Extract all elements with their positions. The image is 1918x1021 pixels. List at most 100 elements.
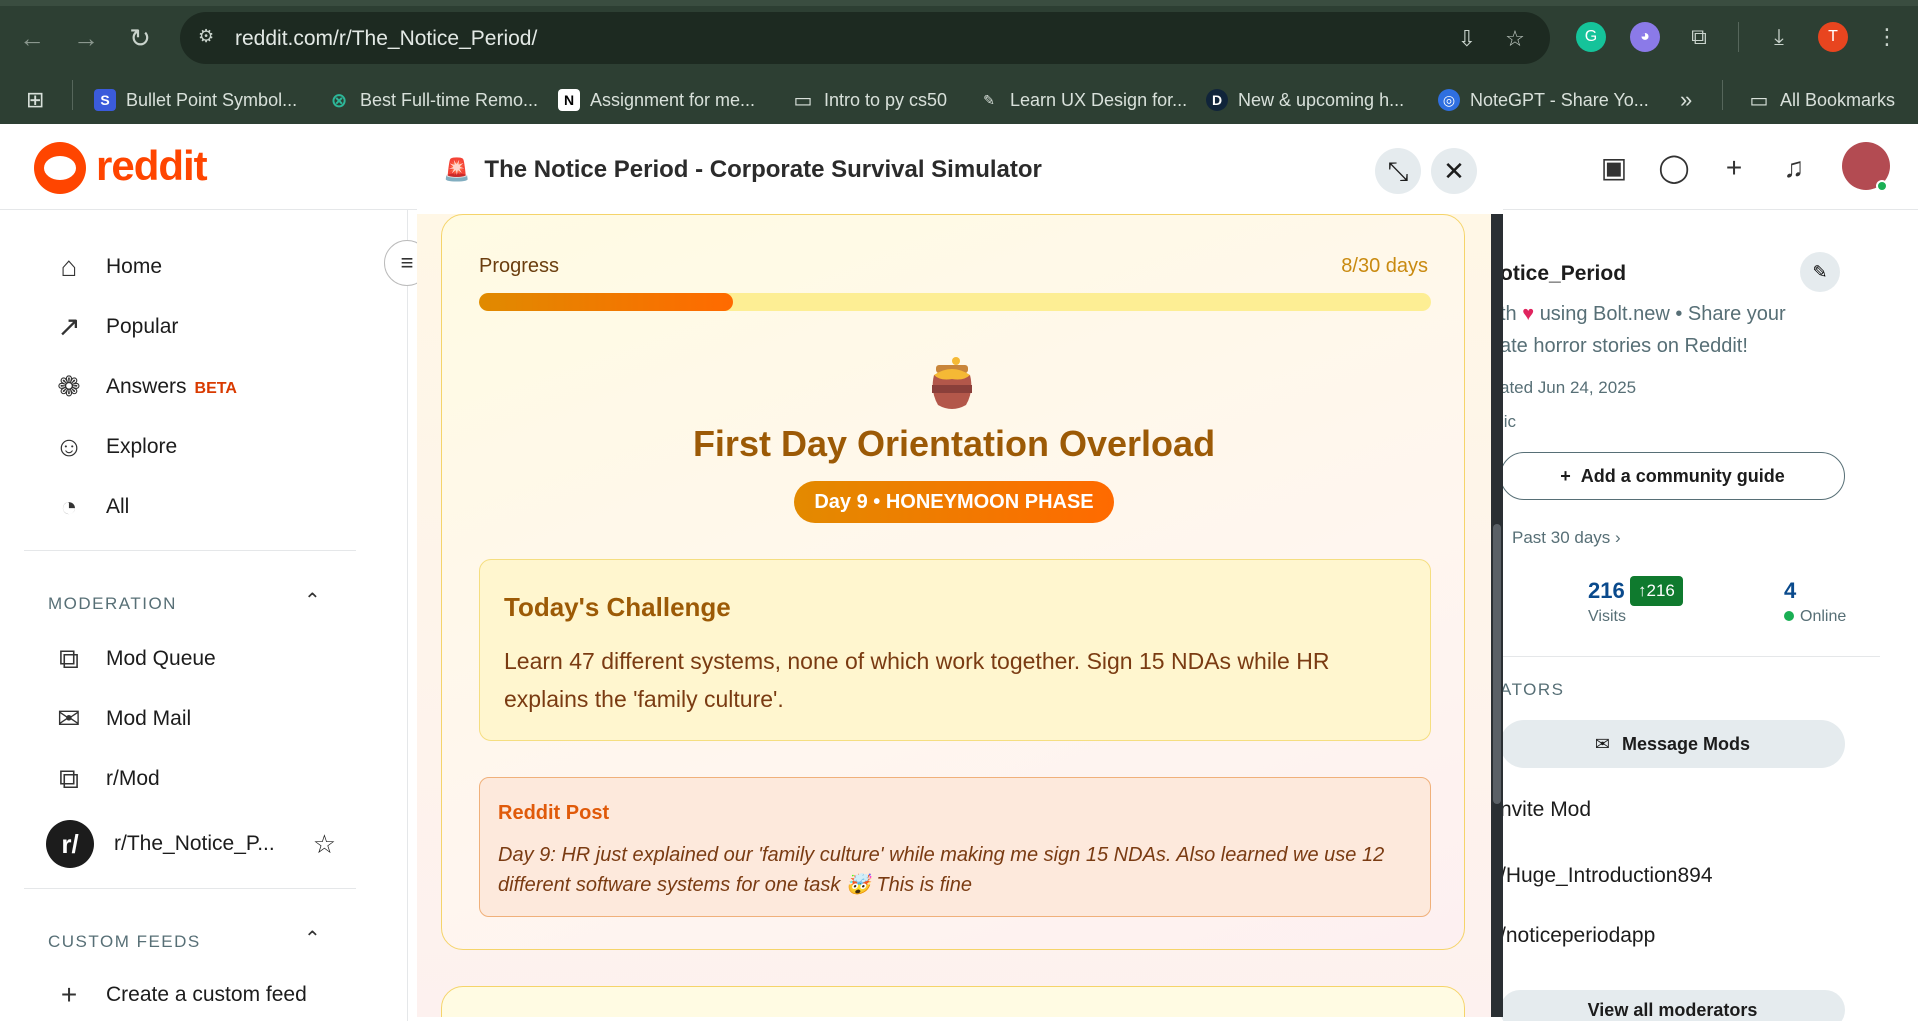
post-title: Reddit Post (498, 802, 610, 824)
sidebar-item-label: All (106, 495, 130, 518)
online-label: Online (1800, 608, 1847, 625)
custom-feeds-heading: CUSTOM FEEDS (48, 932, 201, 951)
guide-button-label: Add a community guide (1580, 465, 1785, 486)
mod-mail-icon: ✉ (57, 703, 81, 734)
ux-favicon-icon: ✎ (983, 91, 995, 108)
moderator-link[interactable]: /Huge_Introduction894 (1500, 864, 1713, 888)
visits-label: Visits (1588, 608, 1626, 625)
chat-icon[interactable]: ◯ (1656, 150, 1692, 186)
challenge-text: Learn 47 different systems, none of whic… (504, 648, 1330, 712)
chrome-menu-icon[interactable]: ⋮ (1872, 22, 1902, 52)
folder-icon: ▭ (793, 89, 813, 112)
sidebar-item-home[interactable]: ⌂ Home (52, 250, 163, 284)
period-selector[interactable]: Past 30 days › (1512, 528, 1621, 548)
bookmark-folder-cs50[interactable]: ▭ Intro to py cs50 (792, 88, 948, 112)
profile-avatar[interactable]: T (1818, 22, 1848, 52)
bookmark-new-upcoming[interactable]: D New & upcoming h... (1206, 88, 1404, 112)
online-label-row: Online (1784, 608, 1846, 626)
bookmark-bullet-point[interactable]: S Bullet Point Symbol... (94, 88, 297, 112)
game-modal: 🚨 The Notice Period - Corporate Survival… (417, 124, 1503, 1017)
sidebar-item-mod-mail[interactable]: ✉ Mod Mail (52, 702, 191, 736)
chevron-up-icon[interactable]: ⌃ (304, 588, 321, 613)
bookmark-label: New & upcoming h... (1238, 89, 1405, 110)
sidebar-item-mod-queue[interactable]: ⧉ Mod Queue (52, 642, 216, 676)
sidebar-item-label: r/The_Notice_P... (114, 832, 275, 855)
modal-title-row: 🚨 The Notice Period - Corporate Survival… (443, 156, 1042, 184)
online-count: 4 (1784, 578, 1797, 603)
chevron-up-icon[interactable]: ⌃ (304, 926, 321, 951)
back-arrow-icon[interactable]: ← (16, 22, 48, 54)
progress-label: Progress (479, 255, 560, 277)
sidebar-item-label: Mod Mail (106, 707, 192, 730)
advertise-icon[interactable]: ▣ (1596, 150, 1632, 186)
toolbar-divider (1738, 22, 1739, 52)
bookmark-star-icon[interactable]: ☆ (1502, 26, 1528, 52)
modal-scrollbar-thumb[interactable] (1493, 524, 1501, 804)
bookmark-label: Learn UX Design for... (1010, 89, 1188, 110)
sidebar-item-popular[interactable]: ↗ Popular (52, 310, 178, 344)
beta-badge: BETA (194, 380, 237, 397)
message-mods-button[interactable]: ✉ Message Mods (1500, 720, 1845, 768)
sidebar-item-label: r/Mod (106, 767, 160, 790)
online-status-dot (1876, 180, 1888, 192)
modal-body[interactable]: Progress 8/30 days First Day Orientation… (417, 214, 1503, 1017)
sidebar-item-label: Answers (106, 375, 187, 398)
site-info-icon[interactable]: ⚙ (198, 26, 222, 50)
add-community-guide-button[interactable]: + Add a community guide (1500, 452, 1845, 500)
favorite-star-icon[interactable]: ☆ (313, 829, 336, 860)
apps-grid-icon[interactable]: ⊞ (26, 87, 44, 112)
sidebar-item-community[interactable]: r/r/The_Notice_P... ☆ (46, 820, 336, 868)
more-bookmarks-label: » (1680, 87, 1693, 112)
moderation-heading: MODERATION (48, 594, 177, 613)
bookmark-notegpt[interactable]: ◎ NoteGPT - Share Yo... (1438, 88, 1649, 112)
grammarly-extension-icon[interactable]: G (1576, 22, 1606, 52)
expand-arrows-icon[interactable]: ⤡ (1375, 148, 1421, 194)
url-text[interactable]: reddit.com/r/The_Notice_Period/ (235, 27, 537, 51)
create-custom-feed[interactable]: + Create a custom feed (52, 978, 307, 1012)
bookmark-assignment[interactable]: N Assignment for me... (558, 88, 755, 112)
post-text: Day 9: HR just explained our 'family cul… (498, 844, 1385, 896)
create-plus-icon[interactable]: + (1716, 150, 1752, 186)
created-date: ated Jun 24, 2025 (1500, 378, 1637, 397)
reddit-wordmark[interactable]: reddit (96, 142, 208, 190)
sidebar-item-r-mod[interactable]: ⧉ r/Mod (52, 762, 160, 796)
bookmark-label: Bullet Point Symbol... (126, 89, 298, 110)
d-favicon-icon: D (1206, 89, 1228, 111)
all-bookmarks-folder[interactable]: ▭ All Bookmarks (1748, 88, 1895, 112)
invite-mod-link[interactable]: nvite Mod (1500, 798, 1591, 822)
sidebar-item-all[interactable]: ◔ All (52, 490, 130, 524)
extensions-puzzle-icon[interactable]: ⧉ (1684, 22, 1714, 52)
sidebar-item-label: Explore (106, 435, 178, 458)
notification-bell-icon[interactable]: ♫ (1776, 150, 1812, 186)
forward-arrow-icon[interactable]: → (70, 22, 102, 54)
visits-count: 216 (1588, 578, 1625, 603)
bookmark-label: Best Full-time Remo... (360, 89, 539, 110)
progress-bar (479, 293, 1431, 311)
explore-icon: ☺ (54, 431, 84, 462)
panel-divider (1480, 656, 1880, 657)
folder-icon: ▭ (1749, 89, 1769, 112)
bookmark-remote-jobs[interactable]: ⊗ Best Full-time Remo... (328, 88, 538, 112)
downloads-icon[interactable]: ⤓ (1764, 22, 1794, 52)
more-bookmarks-chevron-icon[interactable]: » (1680, 87, 1693, 112)
sidebar-item-label: Mod Queue (106, 647, 216, 670)
close-icon[interactable]: ✕ (1431, 148, 1477, 194)
visits-change-badge: ↑216 (1630, 576, 1683, 606)
plus-icon: + (60, 979, 78, 1010)
sidebar-item-answers[interactable]: ❁ Answers BETA (52, 370, 237, 404)
bookmark-ux-design[interactable]: ✎ Learn UX Design for... (978, 88, 1187, 112)
reload-icon[interactable]: ↻ (124, 22, 156, 54)
address-bar[interactable]: ⚙ reddit.com/r/The_Notice_Period/ ⇩ ☆ (180, 12, 1550, 64)
view-all-moderators-button[interactable]: View all moderators (1500, 990, 1845, 1021)
reddit-snoo-face (44, 156, 76, 180)
moderator-link[interactable]: /noticeperiodapp (1500, 924, 1655, 948)
remote-favicon-icon: ⊗ (330, 89, 348, 112)
period-label: Past 30 days (1512, 528, 1611, 547)
ghost-extension-icon[interactable]: ◕ (1630, 22, 1660, 52)
edit-pencil-icon[interactable]: ✎ (1800, 252, 1840, 292)
reddit-post-box: Reddit Post Day 9: HR just explained our… (479, 777, 1431, 917)
sidebar-item-explore[interactable]: ☺ Explore (52, 430, 178, 464)
moderators-heading: ATORS (1500, 680, 1565, 699)
community-description: th ♥ using Bolt.new • Share your ate horr… (1500, 298, 1800, 362)
install-app-icon[interactable]: ⇩ (1454, 26, 1480, 52)
